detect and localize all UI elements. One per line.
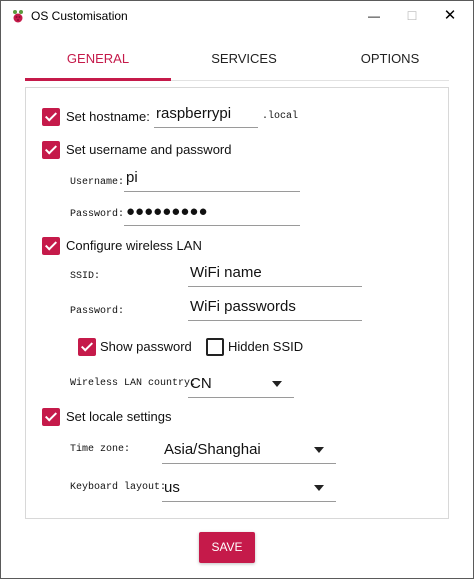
show-password-checkbox[interactable] [78,338,96,356]
username-label: Username: [70,177,125,188]
tab-bar: GENERAL SERVICES OPTIONS [25,37,449,81]
hostname-label: Set hostname: [66,109,150,124]
hidden-ssid-label: Hidden SSID [228,339,304,354]
username-input[interactable]: pi [124,168,300,192]
raspberry-pi-icon [13,10,23,23]
chevron-down-icon [314,447,324,453]
password-label: Password: [70,209,125,220]
locale-checkbox[interactable] [42,408,60,426]
wireless-lan-checkbox[interactable] [42,237,60,255]
tab-options[interactable]: OPTIONS [317,37,463,81]
hostname-suffix: .local [262,111,299,122]
general-settings-panel: Set hostname: raspberrypi .local Set use… [25,87,449,519]
locale-label: Set locale settings [66,409,172,424]
title-bar: OS Customisation — ☐ ✕ [1,1,473,31]
hidden-ssid-checkbox[interactable] [206,338,224,356]
ssid-input[interactable]: WiFi name [188,263,362,287]
keyboard-layout-label: Keyboard layout: [70,482,167,493]
tab-services[interactable]: SERVICES [171,37,317,81]
password-input[interactable]: ●●●●●●●●● [124,202,300,226]
window-title: OS Customisation [31,9,128,23]
chevron-down-icon [272,381,282,387]
show-password-label: Show password [100,339,192,354]
wlan-password-label: Password: [70,306,125,317]
tab-general[interactable]: GENERAL [25,37,171,81]
user-password-label: Set username and password [66,142,232,157]
hostname-checkbox[interactable] [42,108,60,126]
hostname-input[interactable]: raspberrypi [154,104,258,128]
wlan-country-label: Wireless LAN country: [70,378,197,389]
close-button[interactable]: ✕ [433,1,467,31]
ssid-label: SSID: [70,271,101,282]
timezone-dropdown[interactable]: Asia/Shanghai [162,440,336,464]
wlan-country-dropdown[interactable]: CN [188,374,294,398]
wlan-password-input[interactable]: WiFi passwords [188,297,362,321]
wireless-lan-label: Configure wireless LAN [66,238,202,253]
user-password-checkbox[interactable] [42,141,60,159]
maximize-button[interactable]: ☐ [395,1,429,31]
chevron-down-icon [314,485,324,491]
active-tab-indicator [25,78,171,81]
os-customisation-window: OS Customisation — ☐ ✕ GENERAL SERVICES … [0,0,474,579]
keyboard-layout-dropdown[interactable]: us [162,478,336,502]
save-button[interactable]: SAVE [199,532,255,563]
minimize-button[interactable]: — [357,1,391,31]
timezone-label: Time zone: [70,444,131,455]
